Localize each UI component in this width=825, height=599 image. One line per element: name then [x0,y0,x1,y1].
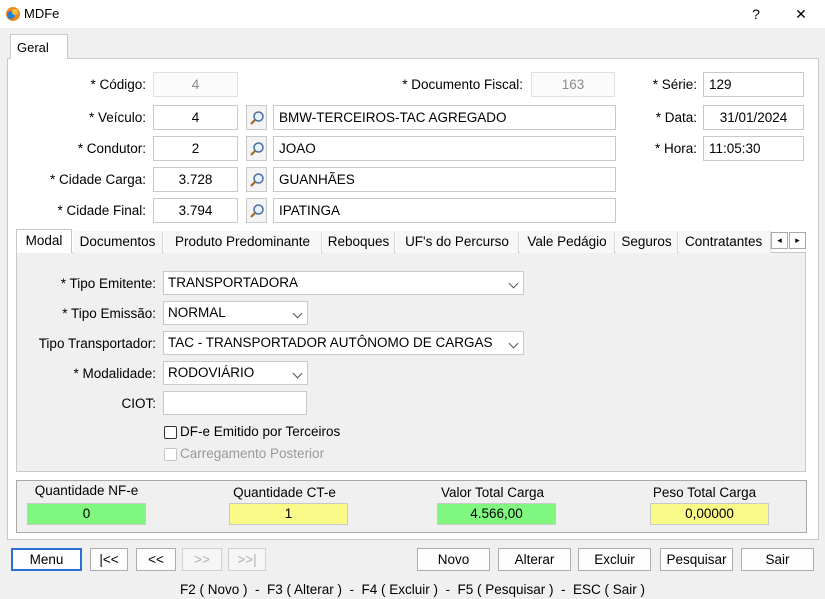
modalidade-value: RODOVIÁRIO [168,365,255,380]
veiculo-description-field[interactable]: BMW-TERCEIROS-TAC AGREGADO [273,105,616,130]
data-label: * Data: [655,110,697,125]
cidade-final-code-field[interactable]: 3.794 [153,198,238,223]
excluir-button[interactable]: Excluir [578,548,651,571]
serie-field[interactable]: 129 [703,72,804,97]
tab-ufs-percurso[interactable]: UF's do Percurso [396,231,519,253]
modalidade-label: * Modalidade: [73,366,156,381]
dfe-terceiros-checkbox[interactable] [164,426,177,439]
chevron-down-icon [508,338,519,349]
valor-total-carga-label: Valor Total Carga [440,485,545,500]
tab-seguros[interactable]: Seguros [616,231,678,253]
condutor-search-button[interactable] [246,136,267,161]
tipo-emissao-select[interactable]: NORMAL [163,301,308,325]
tipo-emitente-label: * Tipo Emitente: [60,276,156,291]
previous-record-button[interactable]: << [136,548,176,571]
tab-documentos[interactable]: Documentos [73,231,163,253]
cidade-final-search-button[interactable] [246,198,267,223]
title-bar: MDFe ? ✕ [0,0,825,28]
tab-modal[interactable]: Modal [16,229,72,253]
magnifier-icon [249,141,264,156]
tipo-emissao-value: NORMAL [168,305,226,320]
ciot-label: CIOT: [121,396,156,411]
condutor-label: * Condutor: [77,141,146,156]
ciot-input[interactable] [163,391,307,415]
codigo-label: * Código: [90,77,146,92]
tab-vale-pedagio[interactable]: Vale Pedágio [520,231,615,253]
qtd-nfe-value: 0 [27,503,146,525]
serie-label: * Série: [652,77,697,92]
close-button[interactable]: ✕ [781,0,821,28]
window-title: MDFe [24,6,60,21]
alterar-button[interactable]: Alterar [498,548,571,571]
qtd-cte-label: Quantidade CT-e [233,485,336,500]
hora-label: * Hora: [654,141,697,156]
documento-fiscal-label: * Documento Fiscal: [402,77,523,92]
pesquisar-button[interactable]: Pesquisar [660,548,733,571]
veiculo-label: * Veículo: [88,110,146,125]
chevron-down-icon [292,308,303,319]
app-logo-icon [6,7,20,21]
tipo-emitente-select[interactable]: TRANSPORTADORA [163,271,524,295]
peso-total-carga-value: 0,00000 [650,503,769,525]
cidade-carga-code-field[interactable]: 3.728 [153,167,238,192]
veiculo-search-button[interactable] [246,105,267,130]
tab-contratantes[interactable]: Contratantes [679,231,771,253]
dfe-terceiros-label: DF-e Emitido por Terceiros [180,424,341,439]
modalidade-select[interactable]: RODOVIÁRIO [163,361,308,385]
last-record-button[interactable]: >>| [228,548,266,571]
novo-button[interactable]: Novo [417,548,490,571]
cidade-carga-description-field[interactable]: GUANHÃES [273,167,616,192]
tabs-scroll-left-button[interactable]: ◂ [771,232,788,249]
tab-geral[interactable]: Geral [10,34,68,59]
qtd-nfe-label: Quantidade NF-e [34,483,139,498]
hora-field[interactable]: 11:05:30 [703,136,804,161]
first-record-button[interactable]: |<< [90,548,128,571]
tab-produto-predominante[interactable]: Produto Predominante [164,231,322,253]
tipo-transportador-value: TAC - TRANSPORTADOR AUTÔNOMO DE CARGAS [168,335,493,350]
peso-total-carga-label: Peso Total Carga [652,485,757,500]
shortcut-status-bar: F2 ( Novo ) - F3 ( Alterar ) - F4 ( Excl… [179,582,646,597]
cidade-carga-search-button[interactable] [246,167,267,192]
condutor-description-field[interactable]: JOAO [273,136,616,161]
tipo-transportador-label: Tipo Transportador: [38,336,156,351]
tabs-scroll-right-button[interactable]: ▸ [789,232,806,249]
qtd-cte-value: 1 [229,503,348,525]
tipo-emissao-label: * Tipo Emissão: [62,306,156,321]
cidade-final-description-field[interactable]: IPATINGA [273,198,616,223]
chevron-down-icon [292,368,303,379]
valor-total-carga-value: 4.566,00 [437,503,556,525]
tipo-transportador-select[interactable]: TAC - TRANSPORTADOR AUTÔNOMO DE CARGAS [163,331,524,355]
carregamento-posterior-label: Carregamento Posterior [180,446,325,461]
cidade-final-label: * Cidade Final: [57,203,146,218]
next-record-button[interactable]: >> [182,548,222,571]
help-button[interactable]: ? [736,0,776,28]
veiculo-code-field[interactable]: 4 [153,105,238,130]
codigo-field: 4 [153,72,238,97]
chevron-down-icon [508,278,519,289]
magnifier-icon [249,203,264,218]
cidade-carga-label: * Cidade Carga: [49,172,146,187]
magnifier-icon [249,110,264,125]
menu-button[interactable]: Menu [11,548,82,571]
tab-reboques[interactable]: Reboques [323,231,395,253]
magnifier-icon [249,172,264,187]
data-field[interactable]: 31/01/2024 [703,105,804,130]
carregamento-posterior-checkbox [164,448,177,461]
tipo-emitente-value: TRANSPORTADORA [168,275,299,290]
documento-fiscal-field: 163 [531,72,615,97]
sair-button[interactable]: Sair [741,548,814,571]
condutor-code-field[interactable]: 2 [153,136,238,161]
